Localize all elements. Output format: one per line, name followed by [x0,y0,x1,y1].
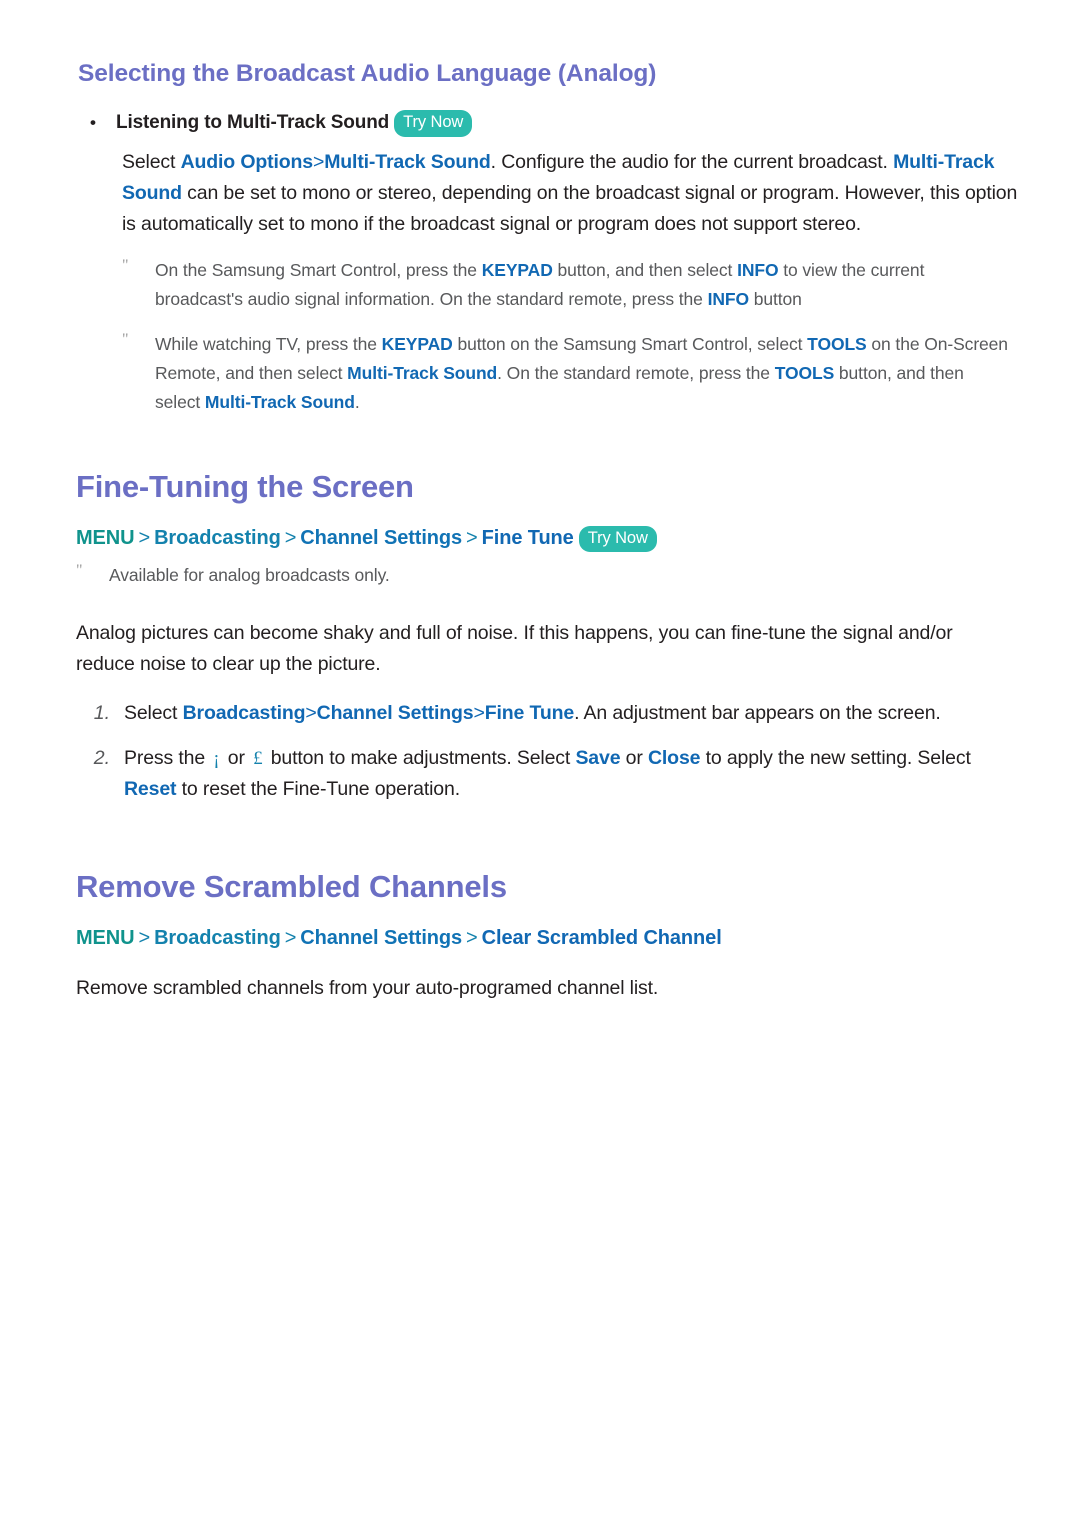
step-text-2: . An adjustment bar appears on the scree… [574,701,941,724]
menu-path-clear-scrambled: MENU > Broadcasting > Channel Settings > Clear… [76,923,1010,953]
link-channel-settings[interactable]: Channel Settings [317,702,474,724]
menu-item-menu[interactable]: MENU [76,527,135,549]
try-now-badge[interactable]: Try Now [578,525,657,552]
menu-item-channel-settings[interactable]: Channel Settings [300,527,462,549]
note-text: While watching TV, press the KEYPAD butt… [155,330,1010,417]
para-text-1: Select [122,150,181,173]
menu-arrow-2: > [284,526,297,549]
menu-arrow-3: > [466,526,478,549]
path-separator-1: > [312,150,325,173]
link-close[interactable]: Close [648,747,701,769]
menu-item-channel-settings[interactable]: Channel Settings [300,927,462,949]
note-text-2: button, and then select [552,259,738,280]
menu-path-fine-tune: MENU > Broadcasting > Channel Settings > Fine … [76,523,1010,553]
para-text-3: can be set to mono or stereo, depending … [122,181,1018,235]
note-text-4: button [748,288,802,309]
step-text-1: Select [124,701,183,724]
link-multi-track-sound-2: Multi-Track Sound [204,391,355,412]
key-keypad: KEYPAD [381,333,453,354]
link-fine-tune[interactable]: Fine Tune [485,702,574,724]
link-audio-options[interactable]: Audio Options [181,151,314,173]
list-item-number: 2. [93,746,110,769]
section-heading-audio-language: Selecting the Broadcast Audio Language (… [78,60,657,87]
menu-item-broadcasting[interactable]: Broadcasting [154,927,281,949]
menu-arrow-1: > [138,926,151,949]
para-text-2: . Configure the audio for the current br… [490,150,894,173]
document-page: Selecting the Broadcast Audio Language (… [0,0,1080,1527]
bullet-label: Listening to Multi-Track Sound Try Now [116,110,473,137]
note-text-2: button on the Samsung Smart Control, sel… [452,333,808,354]
bullet-label-text: Listening to Multi-Track Sound [116,112,390,133]
note-text-4: . On the standard remote, press the [497,362,775,383]
list-item: 1. Select Broadcasting>Channel Settings>… [72,698,1010,729]
key-info-2: INFO [707,288,750,309]
note-keypad-info: " On the Samsung Smart Control, press th… [122,256,1010,314]
link-multi-track-sound: Multi-Track Sound [347,362,498,383]
note-marker-icon: " [122,256,129,274]
bullet-listening-multi-track: • Listening to Multi-Track Sound Try Now [90,110,1010,137]
link-reset[interactable]: Reset [124,778,177,800]
note-marker-icon: " [76,561,83,579]
note-text: Available for analog broadcasts only. [109,564,390,585]
link-multi-track-sound[interactable]: Multi-Track Sound [324,151,491,173]
step-text-6: to reset the Fine-Tune operation. [176,777,460,800]
list-item-number: 1. [93,701,110,724]
step-text-3: button to make adjustments. Select [265,746,576,769]
path-separator-2: > [473,701,485,724]
menu-item-fine-tune[interactable]: Fine Tune [482,527,574,549]
note-text: On the Samsung Smart Control, press the … [155,256,1010,314]
menu-item-clear-scrambled-channel[interactable]: Clear Scrambled Channel [482,927,722,949]
arrow-right-glyph-icon: £ [253,747,263,769]
menu-item-broadcasting[interactable]: Broadcasting [154,527,281,549]
menu-item-menu[interactable]: MENU [76,927,135,949]
section-heading-remove-scrambled: Remove Scrambled Channels [76,868,507,904]
arrow-left-glyph-icon: ¡ [213,747,220,769]
step-text-4: or [620,746,648,769]
paragraph-multi-track-description: Select Audio Options>Multi-Track Sound. … [122,147,1027,240]
section-heading-fine-tuning: Fine-Tuning the Screen [76,468,414,504]
step-text-2: or [222,746,251,769]
menu-arrow-2: > [284,926,297,949]
step-text-1: Press the [124,746,211,769]
note-text-6: . [354,391,360,412]
paragraph-remove-scrambled-body: Remove scrambled channels from your auto… [76,976,659,999]
link-save[interactable]: Save [575,747,620,769]
ordered-list-fine-tune-steps: 1. Select Broadcasting>Channel Settings>… [72,698,1010,805]
key-tools-2: TOOLS [774,362,835,383]
list-item-text: Select Broadcasting>Channel Settings>Fin… [124,698,1004,729]
key-keypad: KEYPAD [481,259,553,280]
bullet-dot-icon: • [90,113,96,132]
note-marker-icon: " [122,330,129,348]
list-item-text: Press the ¡ or £ button to make adjustme… [124,743,1004,805]
list-item: 2. Press the ¡ or £ button to make adjus… [72,743,1010,805]
key-tools: TOOLS [807,333,867,354]
menu-arrow-1: > [138,526,151,549]
menu-arrow-3: > [466,926,478,949]
note-tools-multi-track: " While watching TV, press the KEYPAD bu… [122,330,1010,417]
step-text-5: to apply the new setting. Select [700,746,971,769]
note-analog-only: " Available for analog broadcasts only. [76,561,1010,590]
link-broadcasting[interactable]: Broadcasting [183,702,306,724]
try-now-badge[interactable]: Try Now [394,110,473,137]
path-separator-1: > [305,701,317,724]
key-info: INFO [737,259,779,280]
note-text-1: While watching TV, press the [155,333,382,354]
paragraph-fine-tune-intro: Analog pictures can become shaky and ful… [76,621,953,675]
note-text-1: On the Samsung Smart Control, press the [155,259,482,280]
